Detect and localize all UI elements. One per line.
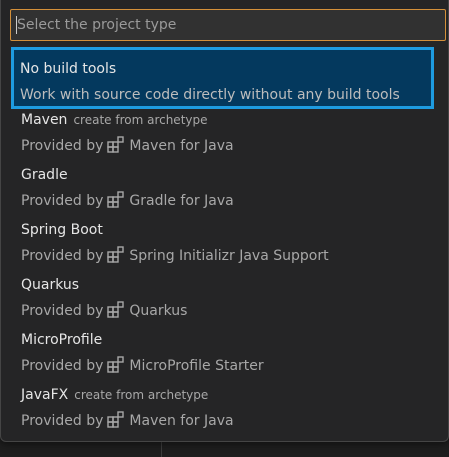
- item-detail-name: Quarkus: [129, 303, 188, 319]
- quick-pick-item-microprofile[interactable]: MicroProfile Provided by MicroProfile Sta…: [1, 321, 448, 376]
- extensions-icon: [107, 356, 125, 373]
- item-label: No build tools: [20, 61, 117, 77]
- extensions-icon: [107, 136, 125, 153]
- quick-pick-item-gradle[interactable]: Gradle Provided by Gradle for Java: [1, 156, 448, 211]
- item-detail-name: Spring Initializr Java Support: [129, 248, 329, 264]
- item-label: Spring Boot: [21, 222, 103, 238]
- item-detail-prefix: Provided by: [21, 193, 104, 209]
- extensions-icon: [107, 301, 125, 318]
- item-detail-prefix: Provided by: [21, 138, 104, 154]
- extensions-icon: [107, 411, 125, 428]
- item-label: Maven: [21, 112, 68, 128]
- item-label: Gradle: [21, 167, 68, 183]
- item-detail-name: Maven for Java: [129, 413, 234, 429]
- quick-pick-list: No build tools Work with source code dir…: [1, 47, 448, 431]
- quick-pick-item-no-build-tools[interactable]: No build tools Work with source code dir…: [11, 47, 434, 109]
- item-description: create from archetype: [73, 113, 208, 127]
- text-caret: [16, 16, 17, 34]
- quick-pick-input[interactable]: [10, 9, 446, 41]
- item-label: Quarkus: [21, 277, 80, 293]
- editor-divider: [161, 440, 162, 457]
- extensions-icon: [107, 191, 125, 208]
- item-detail-name: Maven for Java: [129, 138, 234, 154]
- item-detail-name: Gradle for Java: [129, 193, 234, 209]
- extensions-icon: [107, 246, 125, 263]
- quick-pick-item-javafx[interactable]: JavaFX create from archetype Provided by M…: [1, 376, 448, 431]
- item-detail-prefix: Provided by: [21, 303, 104, 319]
- quick-pick-item-maven[interactable]: Maven create from archetype Provided by Ma…: [1, 101, 448, 156]
- item-detail-prefix: Provided by: [21, 358, 104, 374]
- item-label: JavaFX: [21, 387, 69, 403]
- quick-pick-widget: No build tools Work with source code dir…: [0, 0, 449, 442]
- item-detail-prefix: Provided by: [21, 248, 104, 264]
- item-detail-name: MicroProfile Starter: [129, 358, 264, 374]
- quick-pick-item-spring-boot[interactable]: Spring Boot Provided by Spring Initializr…: [1, 211, 448, 266]
- item-label: MicroProfile: [21, 332, 103, 348]
- item-detail-prefix: Provided by: [21, 413, 104, 429]
- item-description: create from archetype: [74, 388, 209, 402]
- quick-pick-item-quarkus[interactable]: Quarkus Provided by Quarkus: [1, 266, 448, 321]
